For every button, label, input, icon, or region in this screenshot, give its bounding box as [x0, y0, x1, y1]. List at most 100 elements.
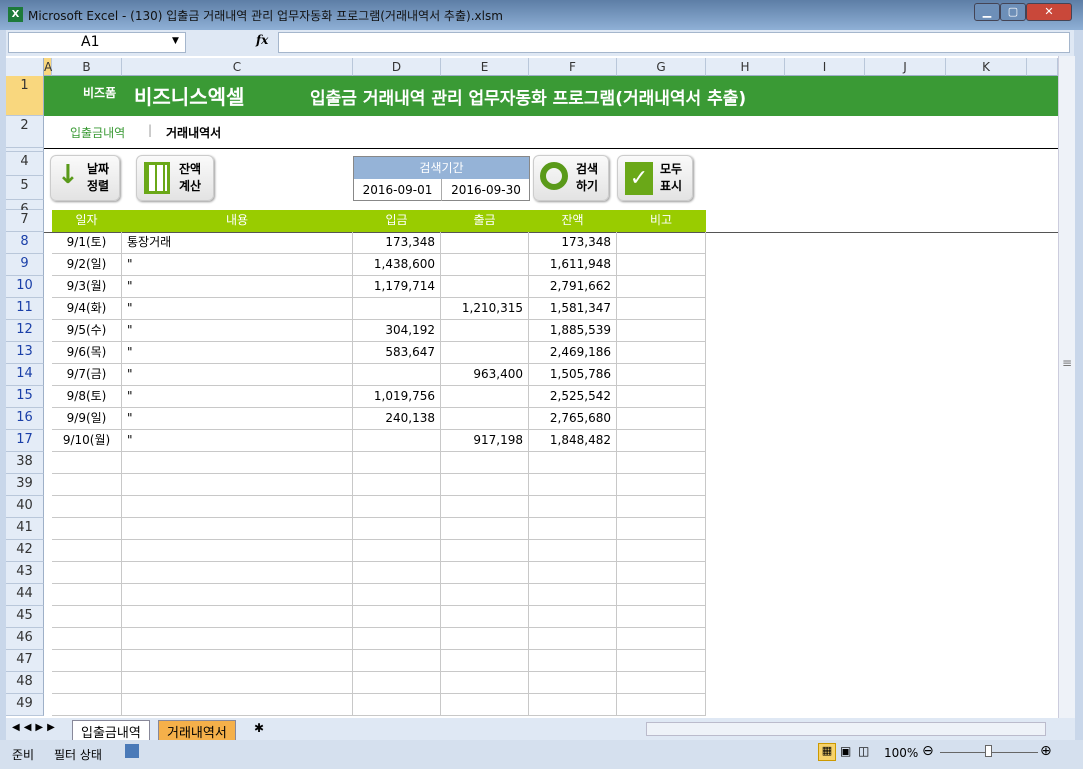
- column-header-K[interactable]: K: [946, 58, 1027, 76]
- cell-out[interactable]: [441, 342, 529, 364]
- cell-date[interactable]: 9/8(토): [52, 386, 122, 408]
- row-header[interactable]: 46: [6, 628, 44, 650]
- zoom-slider-thumb[interactable]: [985, 745, 992, 757]
- formula-input[interactable]: [278, 32, 1070, 53]
- row-header-5[interactable]: 5: [6, 176, 44, 200]
- row-header[interactable]: 39: [6, 474, 44, 496]
- cell-bal[interactable]: 1,581,347: [529, 298, 617, 320]
- row-header[interactable]: 8: [6, 232, 44, 254]
- row-header[interactable]: 40: [6, 496, 44, 518]
- empty-cell[interactable]: [353, 628, 441, 650]
- empty-cell[interactable]: [441, 540, 529, 562]
- page-break-icon[interactable]: ◫: [858, 744, 869, 758]
- cell-desc[interactable]: ": [122, 254, 353, 276]
- normal-view-icon[interactable]: ▦: [818, 743, 836, 761]
- cell-desc[interactable]: ": [122, 364, 353, 386]
- column-header-J[interactable]: J: [865, 58, 946, 76]
- empty-cell[interactable]: [353, 518, 441, 540]
- cell-note[interactable]: [617, 342, 706, 364]
- cell-in[interactable]: 1,019,756: [353, 386, 441, 408]
- empty-cell[interactable]: [441, 452, 529, 474]
- empty-cell[interactable]: [441, 672, 529, 694]
- row-header-7[interactable]: 7: [6, 210, 44, 232]
- cell-bal[interactable]: 1,885,539: [529, 320, 617, 342]
- cell-out[interactable]: [441, 408, 529, 430]
- cell-desc[interactable]: 통장거래: [122, 232, 353, 254]
- empty-cell[interactable]: [617, 496, 706, 518]
- empty-cell[interactable]: [122, 672, 353, 694]
- column-header-I[interactable]: I: [785, 58, 865, 76]
- empty-cell[interactable]: [353, 474, 441, 496]
- cell-in[interactable]: 1,179,714: [353, 276, 441, 298]
- empty-cell[interactable]: [52, 606, 122, 628]
- empty-cell[interactable]: [441, 606, 529, 628]
- cell-date[interactable]: 9/7(금): [52, 364, 122, 386]
- close-button[interactable]: ✕: [1026, 3, 1072, 21]
- vertical-scrollbar[interactable]: ≡: [1058, 56, 1075, 718]
- column-header-F[interactable]: F: [529, 58, 617, 76]
- row-header[interactable]: 16: [6, 408, 44, 430]
- column-header-E[interactable]: E: [441, 58, 529, 76]
- empty-cell[interactable]: [529, 694, 617, 716]
- row-header[interactable]: 47: [6, 650, 44, 672]
- empty-cell[interactable]: [52, 694, 122, 716]
- cell-date[interactable]: 9/4(화): [52, 298, 122, 320]
- empty-cell[interactable]: [529, 518, 617, 540]
- macro-record-icon[interactable]: [125, 744, 139, 758]
- page-layout-icon[interactable]: ▣: [840, 744, 851, 758]
- empty-cell[interactable]: [353, 694, 441, 716]
- empty-cell[interactable]: [617, 452, 706, 474]
- empty-cell[interactable]: [529, 496, 617, 518]
- cell-out[interactable]: [441, 232, 529, 254]
- column-header-G[interactable]: G: [617, 58, 706, 76]
- empty-cell[interactable]: [617, 540, 706, 562]
- cell-bal[interactable]: 1,848,482: [529, 430, 617, 452]
- cell-in[interactable]: 240,138: [353, 408, 441, 430]
- row-header[interactable]: 42: [6, 540, 44, 562]
- sort-by-date-button[interactable]: ↓ 날짜 정렬: [50, 155, 120, 201]
- empty-cell[interactable]: [52, 584, 122, 606]
- cell-note[interactable]: [617, 298, 706, 320]
- empty-cell[interactable]: [52, 518, 122, 540]
- empty-cell[interactable]: [441, 650, 529, 672]
- empty-cell[interactable]: [353, 540, 441, 562]
- cell-bal[interactable]: 2,469,186: [529, 342, 617, 364]
- cell-note[interactable]: [617, 430, 706, 452]
- cell-date[interactable]: 9/10(월): [52, 430, 122, 452]
- empty-cell[interactable]: [529, 650, 617, 672]
- row-header-6[interactable]: 6: [6, 200, 44, 217]
- zoom-level[interactable]: 100%: [884, 746, 918, 760]
- calc-balance-button[interactable]: 잔액 계산: [136, 155, 214, 201]
- empty-cell[interactable]: [52, 672, 122, 694]
- cell-desc[interactable]: ": [122, 408, 353, 430]
- row-header[interactable]: 49: [6, 694, 44, 716]
- empty-cell[interactable]: [122, 628, 353, 650]
- empty-cell[interactable]: [122, 694, 353, 716]
- row-header[interactable]: 15: [6, 386, 44, 408]
- row-header[interactable]: 41: [6, 518, 44, 540]
- cell-out[interactable]: [441, 276, 529, 298]
- cell-note[interactable]: [617, 320, 706, 342]
- empty-cell[interactable]: [353, 650, 441, 672]
- row-header[interactable]: 10: [6, 276, 44, 298]
- empty-cell[interactable]: [617, 518, 706, 540]
- worksheet-grid[interactable]: 비즈폼 비즈니스엑셀 입출금 거래내역 관리 업무자동화 프로그램(거래내역서 …: [6, 56, 1075, 718]
- horizontal-scrollbar[interactable]: [646, 722, 1046, 736]
- cell-in[interactable]: [353, 298, 441, 320]
- cell-out[interactable]: [441, 386, 529, 408]
- row-header[interactable]: 17: [6, 430, 44, 452]
- empty-cell[interactable]: [617, 584, 706, 606]
- cell-out[interactable]: [441, 254, 529, 276]
- empty-cell[interactable]: [122, 452, 353, 474]
- cell-date[interactable]: 9/1(토): [52, 232, 122, 254]
- cell-bal[interactable]: 2,791,662: [529, 276, 617, 298]
- cell-bal[interactable]: 173,348: [529, 232, 617, 254]
- cell-in[interactable]: 304,192: [353, 320, 441, 342]
- zoom-in-icon[interactable]: ⊕: [1040, 743, 1052, 759]
- cell-bal[interactable]: 2,525,542: [529, 386, 617, 408]
- empty-cell[interactable]: [353, 584, 441, 606]
- empty-cell[interactable]: [52, 650, 122, 672]
- empty-cell[interactable]: [441, 496, 529, 518]
- cell-desc[interactable]: ": [122, 298, 353, 320]
- empty-cell[interactable]: [353, 562, 441, 584]
